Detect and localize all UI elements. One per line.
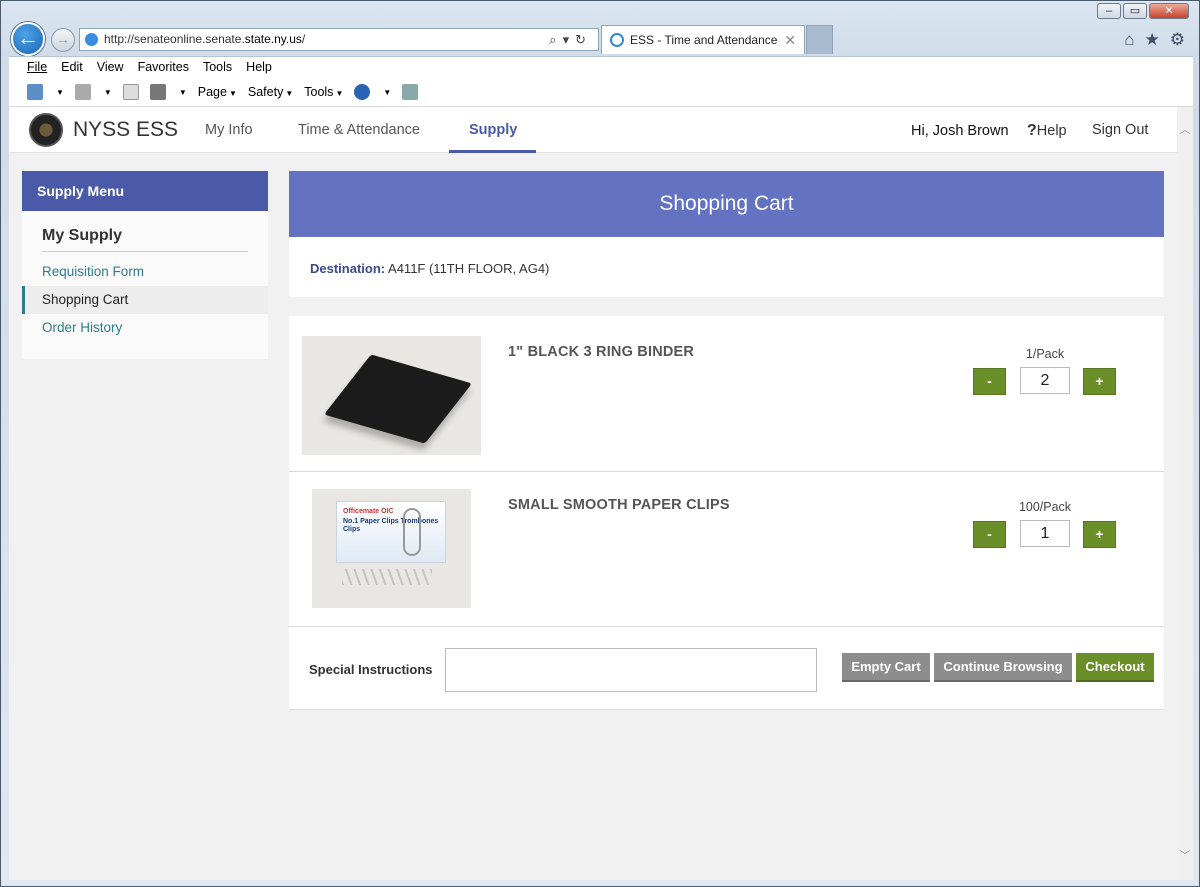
loose-clips-shape [342,569,432,585]
address-tools-icon[interactable]: ⌕▾↻ [549,29,592,50]
tab-close-icon[interactable]: ✕ [784,26,796,54]
command-bar: ▼ ▼ ▼ Page ▼ Safety ▼ Tools ▼ ▼ [27,84,419,100]
supply-sidebar: Supply Menu My Supply Requisition Form S… [22,171,268,359]
clip-box-product: No.1 Paper Clips Trombones Clips [343,518,439,533]
cmd-tools[interactable]: Tools ▼ [304,85,343,99]
back-button[interactable]: ← [11,22,45,56]
cart-item-row: Officemate OIC No.1 Paper Clips Trombone… [289,472,1164,627]
app-header: NYSS ESS My Info Time & Attendance Suppl… [9,107,1177,153]
scroll-down-icon[interactable]: ﹀ [1177,847,1193,863]
quantity-decrease-button[interactable]: - [973,521,1006,548]
brand-title[interactable]: NYSS ESS [73,118,178,142]
destination-panel: Destination: A411F (11TH FLOOR, AG4) [289,237,1164,297]
cmd-safety[interactable]: Safety ▼ [248,85,293,99]
quantity-input[interactable]: 1 [1020,520,1070,547]
page-scrollbar[interactable]: ︿ ﹀ [1177,107,1193,880]
item-pack-size: 1/Pack [1025,347,1065,361]
menu-file[interactable]: File [27,60,47,74]
binder-product-image [302,336,481,455]
special-instructions-input[interactable] [445,648,817,692]
research-icon[interactable] [402,84,419,100]
feeds-icon[interactable] [74,84,91,100]
nys-seal-logo [29,113,63,147]
active-nav-indicator [449,150,536,153]
maximize-button[interactable]: ▭ [1123,3,1147,19]
browser-window: – ▭ ✕ ← → http://senateonline.senate.sta… [0,0,1200,887]
scroll-up-icon[interactable]: ︿ [1177,121,1193,137]
sidebar-section-title: My Supply [42,227,248,252]
address-bar[interactable]: http://senateonline.senate.state.ny.us/ … [79,28,599,51]
cart-items: 1" BLACK 3 RING BINDER 1/Pack - 2 + Offi… [289,316,1164,710]
help-question-icon: ? [1027,122,1037,139]
nav-time-attendance[interactable]: Time & Attendance [298,122,420,138]
nav-my-info[interactable]: My Info [205,122,253,138]
site-icon [85,33,98,46]
tab-title: ESS - Time and Attendance [630,33,778,47]
clip-box-shape: Officemate OIC No.1 Paper Clips Trombone… [336,501,446,563]
window-controls: – ▭ ✕ [1097,3,1189,19]
destination-value: A411F (11TH FLOOR, AG4) [388,261,550,276]
web-page: NYSS ESS My Info Time & Attendance Suppl… [9,106,1193,880]
quantity-input[interactable]: 2 [1020,367,1070,394]
menu-favorites[interactable]: Favorites [138,60,189,74]
menu-view[interactable]: View [97,60,124,74]
cart-main: Shopping Cart Destination: A411F (11TH F… [289,171,1164,710]
quantity-increase-button[interactable]: + [1083,521,1116,548]
ie-logo-icon [610,33,624,47]
forward-button[interactable]: → [51,28,75,52]
help-circle-icon[interactable] [354,84,371,100]
url-suffix: / [301,32,306,46]
mail-icon[interactable] [122,84,139,100]
settings-gear-icon[interactable]: ⚙ [1170,30,1185,50]
print-icon[interactable] [149,84,166,100]
continue-browsing-button[interactable]: Continue Browsing [934,653,1072,682]
cart-actions: Special Instructions Empty Cart Continue… [289,627,1164,710]
new-tab-button[interactable] [806,25,833,54]
item-name: SMALL SMOOTH PAPER CLIPS [508,497,730,513]
cmd-page[interactable]: Page ▼ [198,85,237,99]
sidebar-item-requisition-form[interactable]: Requisition Form [22,258,268,286]
destination-label: Destination: [310,261,386,276]
sidebar-title: Supply Menu [22,171,268,211]
paper-clips-product-image: Officemate OIC No.1 Paper Clips Trombone… [312,489,471,608]
browser-tab-active[interactable]: ESS - Time and Attendance ✕ [601,25,805,54]
home-cmd-icon[interactable] [27,84,43,100]
url-domain: state.ny.us [244,32,302,46]
menu-help[interactable]: Help [246,60,272,74]
help-link[interactable]: ?Help [1027,122,1067,140]
browser-toolbar-icons: ⌂ ★ ⚙ [1124,30,1185,50]
quantity-decrease-button[interactable]: - [973,368,1006,395]
special-instructions-label: Special Instructions [309,662,433,677]
close-window-button[interactable]: ✕ [1149,3,1189,19]
favorites-star-icon[interactable]: ★ [1145,30,1160,50]
clip-box-brand: Officemate OIC [343,508,394,515]
sign-out-link[interactable]: Sign Out [1092,122,1148,138]
url-prefix: http://senateonline.senate. [104,32,245,46]
menu-edit[interactable]: Edit [61,60,83,74]
page-title: Shopping Cart [289,171,1164,237]
home-icon[interactable]: ⌂ [1124,30,1134,50]
checkout-button[interactable]: Checkout [1076,653,1154,682]
binder-shape [324,354,472,444]
sidebar-item-order-history[interactable]: Order History [22,314,268,342]
user-greeting: Hi, Josh Brown [911,123,1009,139]
item-name: 1" BLACK 3 RING BINDER [508,344,695,360]
item-pack-size: 100/Pack [1018,500,1072,514]
sidebar-item-shopping-cart[interactable]: Shopping Cart [22,286,268,314]
empty-cart-button[interactable]: Empty Cart [842,653,930,682]
menu-bar: File Edit View Favorites Tools Help ▼ ▼ … [9,56,1193,106]
quantity-increase-button[interactable]: + [1083,368,1116,395]
minimize-button[interactable]: – [1097,3,1121,19]
nav-supply[interactable]: Supply [469,122,517,138]
paper-clip-icon [403,508,421,556]
menu-tools[interactable]: Tools [203,60,232,74]
cart-item-row: 1" BLACK 3 RING BINDER 1/Pack - 2 + [289,316,1164,472]
help-label: Help [1036,123,1067,139]
